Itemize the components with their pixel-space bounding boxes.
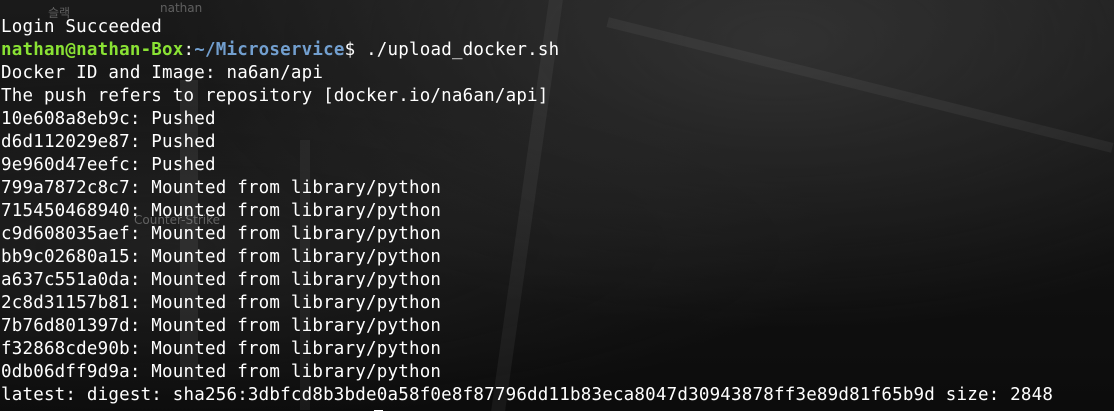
output-line: latest: digest: sha256:3dbfcd8b3bde0a58f… <box>1 385 1054 405</box>
output-line: Login Succeeded <box>1 17 163 37</box>
prompt-symbol: $ <box>344 40 367 60</box>
output-line: Docker ID and Image: na6an/api <box>1 63 324 83</box>
output-line: a637c551a0da: Mounted from library/pytho… <box>1 270 442 290</box>
output-line: f32868cde90b: Mounted from library/pytho… <box>1 339 442 359</box>
prompt-line: nathan@nathan-Box:~/Microservice$ ./uplo… <box>1 39 1114 62</box>
output-line: 799a7872c8c7: Mounted from library/pytho… <box>1 178 442 198</box>
prompt-separator: : <box>183 40 195 60</box>
output-line: 2c8d31157b81: Mounted from library/pytho… <box>1 293 442 313</box>
cursor-line <box>1 407 1114 411</box>
output-line: bb9c02680a15: Mounted from library/pytho… <box>1 247 442 267</box>
terminal-window[interactable]: Login Succeeded nathan@nathan-Box:~/Micr… <box>0 0 1114 411</box>
output-line: The push refers to repository [docker.io… <box>1 86 549 106</box>
prompt-user-host: nathan@nathan-Box <box>1 40 184 60</box>
prompt-path: ~/Microservice <box>194 40 345 60</box>
output-line: 7b76d801397d: Mounted from library/pytho… <box>1 316 442 336</box>
prompt-command: ./upload_docker.sh <box>366 40 560 60</box>
output-line: 9e960d47eefc: Pushed <box>1 155 216 175</box>
output-line: 10e608a8eb9c: Pushed <box>1 109 216 129</box>
output-line: 0db06dff9d9a: Mounted from library/pytho… <box>1 362 442 382</box>
output-line: c9d608035aef: Mounted from library/pytho… <box>1 224 442 244</box>
output-line: d6d112029e87: Pushed <box>1 132 216 152</box>
output-line: 715450468940: Mounted from library/pytho… <box>1 201 442 221</box>
